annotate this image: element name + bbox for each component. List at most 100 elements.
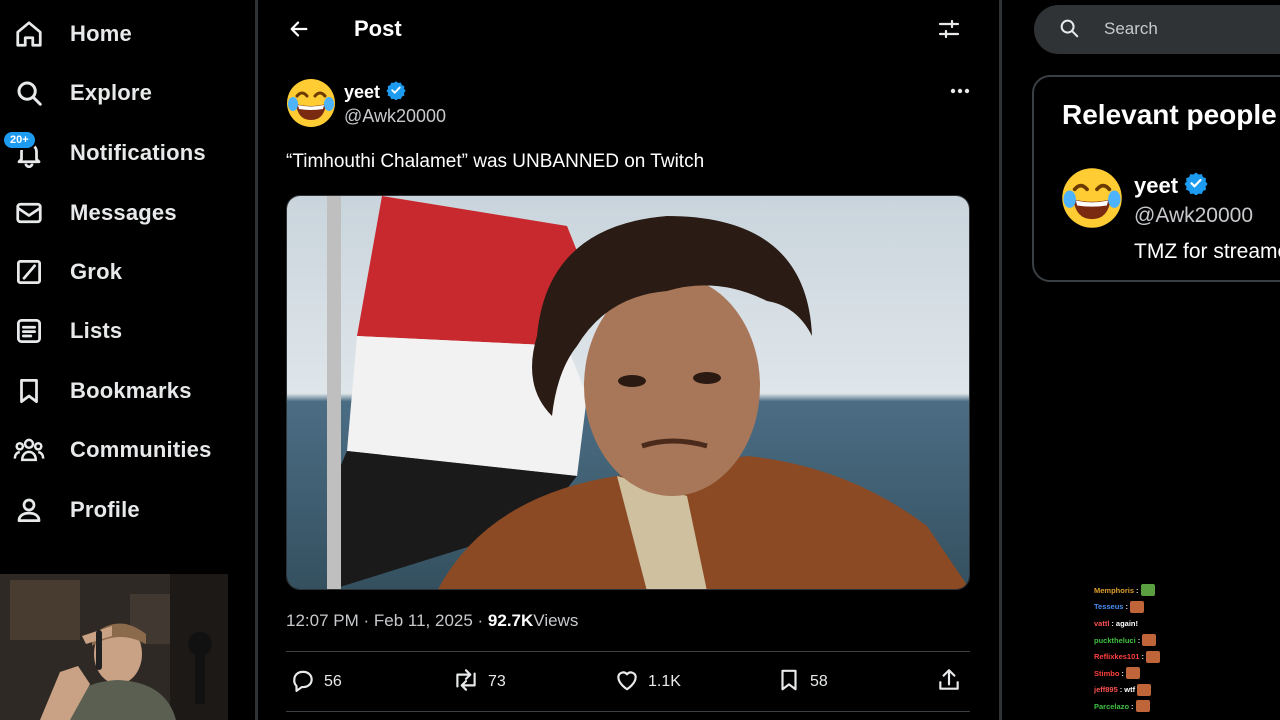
emote-icon [1135,700,1150,713]
chat-user: Reflixkes101 [1094,652,1140,662]
chat-message: wtf [1124,685,1136,695]
verified-badge-icon [1184,171,1208,201]
relevant-person-name-text: yeet [1134,173,1179,198]
sidebar-item-explore[interactable]: Explore [12,71,152,115]
repost-button[interactable]: 73 [452,664,506,700]
sidebar-item-label: Home [70,21,132,46]
relevant-person-bio: TMZ for streamers [1134,240,1280,263]
chat-user: Memphoris [1094,585,1135,595]
sidebar-item-bookmarks[interactable]: Bookmarks [12,369,192,413]
emote-icon [1145,650,1160,663]
search-box[interactable] [1034,5,1280,54]
sidebar-item-grok[interactable]: Grok [12,250,122,294]
bell-icon: 20+ [2,130,46,170]
search-icon [1058,17,1080,44]
sidebar-item-label: Lists [70,318,123,343]
chat-line: jeff895: wtf [1094,682,1204,699]
like-button[interactable]: 1.1K [614,664,681,700]
emote-icon [1140,584,1155,597]
post-header: Post [258,0,999,62]
chat-colon: : [1137,635,1141,645]
like-count: 1.1K [648,673,681,690]
bookmark-icon [776,667,802,698]
grok-icon [12,255,46,289]
sidebar-item-profile[interactable]: Profile [12,488,140,532]
column-divider-right [999,0,1002,720]
bookmark-icon [12,374,46,408]
post-image[interactable] [286,195,970,590]
webcam-overlay [0,574,228,720]
author-name[interactable]: yeet [344,80,406,105]
search-input[interactable] [1104,17,1280,41]
relevant-people-title: Relevant people [1062,99,1277,130]
person-icon [12,493,46,527]
sidebar-item-label: Bookmarks [70,378,192,403]
author-avatar[interactable] [286,78,336,128]
list-icon [12,314,46,348]
sidebar-item-label: Explore [70,80,153,105]
sidebar-item-communities[interactable]: Communities [12,428,212,472]
chat-line: Reflixkes101: [1094,648,1204,665]
relevant-person-name[interactable]: yeet [1134,171,1208,201]
chat-user: pucktheluci [1094,635,1136,645]
envelope-icon [12,196,46,230]
chat-line: Parcelazo: [1094,698,1204,715]
chat-user: Tesseus [1094,602,1124,612]
sliders-icon [937,17,961,46]
emote-icon [1142,634,1157,647]
bookmark-button[interactable]: 58 [776,664,828,700]
chat-line: Tesseus: [1094,599,1204,616]
divider [286,651,970,652]
post-text: “Timhouthi Chalamet” was UNBANNED on Twi… [286,151,705,172]
post-author: yeet @Awk20000 [286,78,976,130]
filter-button[interactable] [934,16,964,46]
emote-icon [1129,600,1144,613]
chat-colon: : [1121,668,1124,678]
more-options-button[interactable] [946,78,974,102]
stream-chat-overlay: Memphoris: Tesseus: vattl: again! puckthe… [1094,582,1204,717]
relevant-person-handle[interactable]: @Awk20000 [1134,204,1253,228]
repost-count: 73 [488,673,506,690]
post-date[interactable]: Feb 11, 2025 [374,611,473,631]
author-name-text: yeet [344,82,381,102]
chat-user: vattl [1094,618,1110,628]
chat-message: again! [1115,618,1139,628]
sidebar-item-label: Grok [70,259,123,284]
reply-button[interactable]: 56 [290,664,342,700]
bookmark-count: 58 [810,673,828,690]
back-button[interactable] [284,16,314,46]
people-icon [12,433,46,467]
chat-user: Parcelazo [1094,701,1130,711]
emote-icon [1137,683,1152,696]
post-time[interactable]: 12:07 PM [286,611,359,631]
arrow-left-icon [288,18,310,45]
share-icon [936,667,962,698]
emote-icon [1125,667,1140,680]
sidebar-item-home[interactable]: Home [12,12,132,56]
sidebar-item-label: Messages [70,200,177,225]
sidebar-item-messages[interactable]: Messages [12,191,177,235]
divider [286,711,970,712]
relevant-person-avatar[interactable] [1061,167,1123,229]
sidebar-item-label: Communities [70,437,212,462]
chat-colon: : [1136,585,1139,595]
chat-line: Memphoris: [1094,582,1204,599]
author-handle[interactable]: @Awk20000 [344,106,446,127]
post-actions: 56 73 1.1K 58 [286,664,970,700]
search-icon [12,76,46,110]
home-icon [12,17,46,51]
reply-count: 56 [324,673,342,690]
heart-icon [614,667,640,698]
meta-separator: · [358,611,374,630]
page-title: Post [354,16,402,41]
repost-icon [452,667,480,698]
chat-user: jeff895 [1094,685,1118,695]
verified-badge-icon [386,80,406,105]
chat-colon: : [1119,685,1123,695]
share-button[interactable] [936,664,962,700]
sidebar-item-notifications[interactable]: 20+ Notifications [2,130,206,175]
relevant-people-card: Relevant people yeet @Awk20000 TMZ for s… [1032,75,1280,282]
sidebar-item-lists[interactable]: Lists [12,309,122,353]
post-column: Post yeet @Awk20000 “Timhouthi Chalamet”… [258,0,999,720]
chat-line: vattl: again! [1094,615,1204,632]
